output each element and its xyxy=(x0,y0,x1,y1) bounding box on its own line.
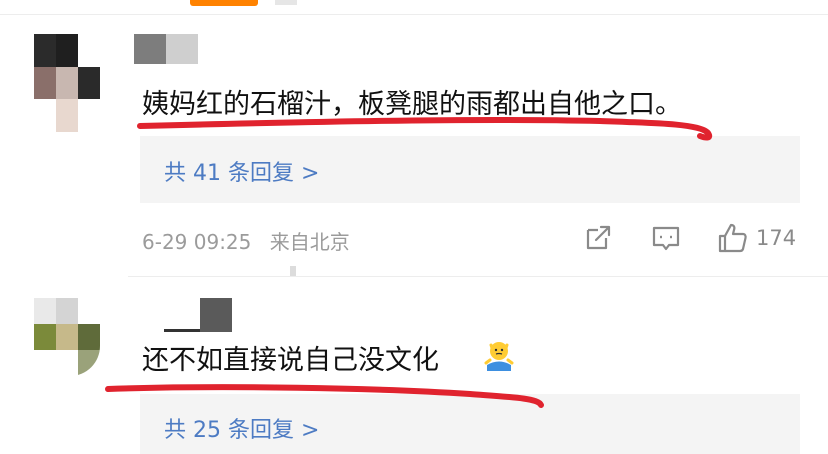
comment-meta: 6-29 09:25 来自北京 xyxy=(142,226,350,255)
username-redacted[interactable] xyxy=(134,34,198,64)
username-redacted[interactable] xyxy=(164,298,232,332)
share-button[interactable] xyxy=(582,222,614,254)
thumbs-up-icon xyxy=(718,223,747,253)
avatar[interactable] xyxy=(34,34,100,132)
red-underline-1 xyxy=(137,116,713,141)
divider-tick xyxy=(290,266,296,276)
top-divider-fragment xyxy=(275,0,297,5)
comment-location: 来自北京 xyxy=(269,230,350,254)
active-tab-indicator xyxy=(190,0,258,6)
reply-summary-box[interactable]: 共 41 条回复 > xyxy=(140,136,800,203)
top-divider xyxy=(0,14,828,15)
comment-text: 姨妈红的石榴汁，板凳腿的雨都出自他之口。 xyxy=(142,89,682,120)
reply-summary-box[interactable]: 共 25 条回复 > xyxy=(140,394,800,454)
like-count: 174 xyxy=(756,226,797,250)
reply-button[interactable] xyxy=(650,222,682,254)
comment-divider xyxy=(128,276,828,277)
avatar[interactable] xyxy=(34,298,100,376)
view-replies-link[interactable]: 共 41 条回复 > xyxy=(164,155,319,187)
comment-icon xyxy=(652,226,680,251)
share-icon xyxy=(586,225,611,250)
like-button[interactable]: 174 xyxy=(716,220,796,256)
shrugging-person-emoji xyxy=(484,342,514,371)
view-replies-link[interactable]: 共 25 条回复 > xyxy=(164,412,319,444)
red-underline-annotations xyxy=(105,116,713,408)
comment-date: 6-29 09:25 xyxy=(142,230,252,254)
comment-text: 还不如直接说自己没文化 xyxy=(142,345,439,376)
